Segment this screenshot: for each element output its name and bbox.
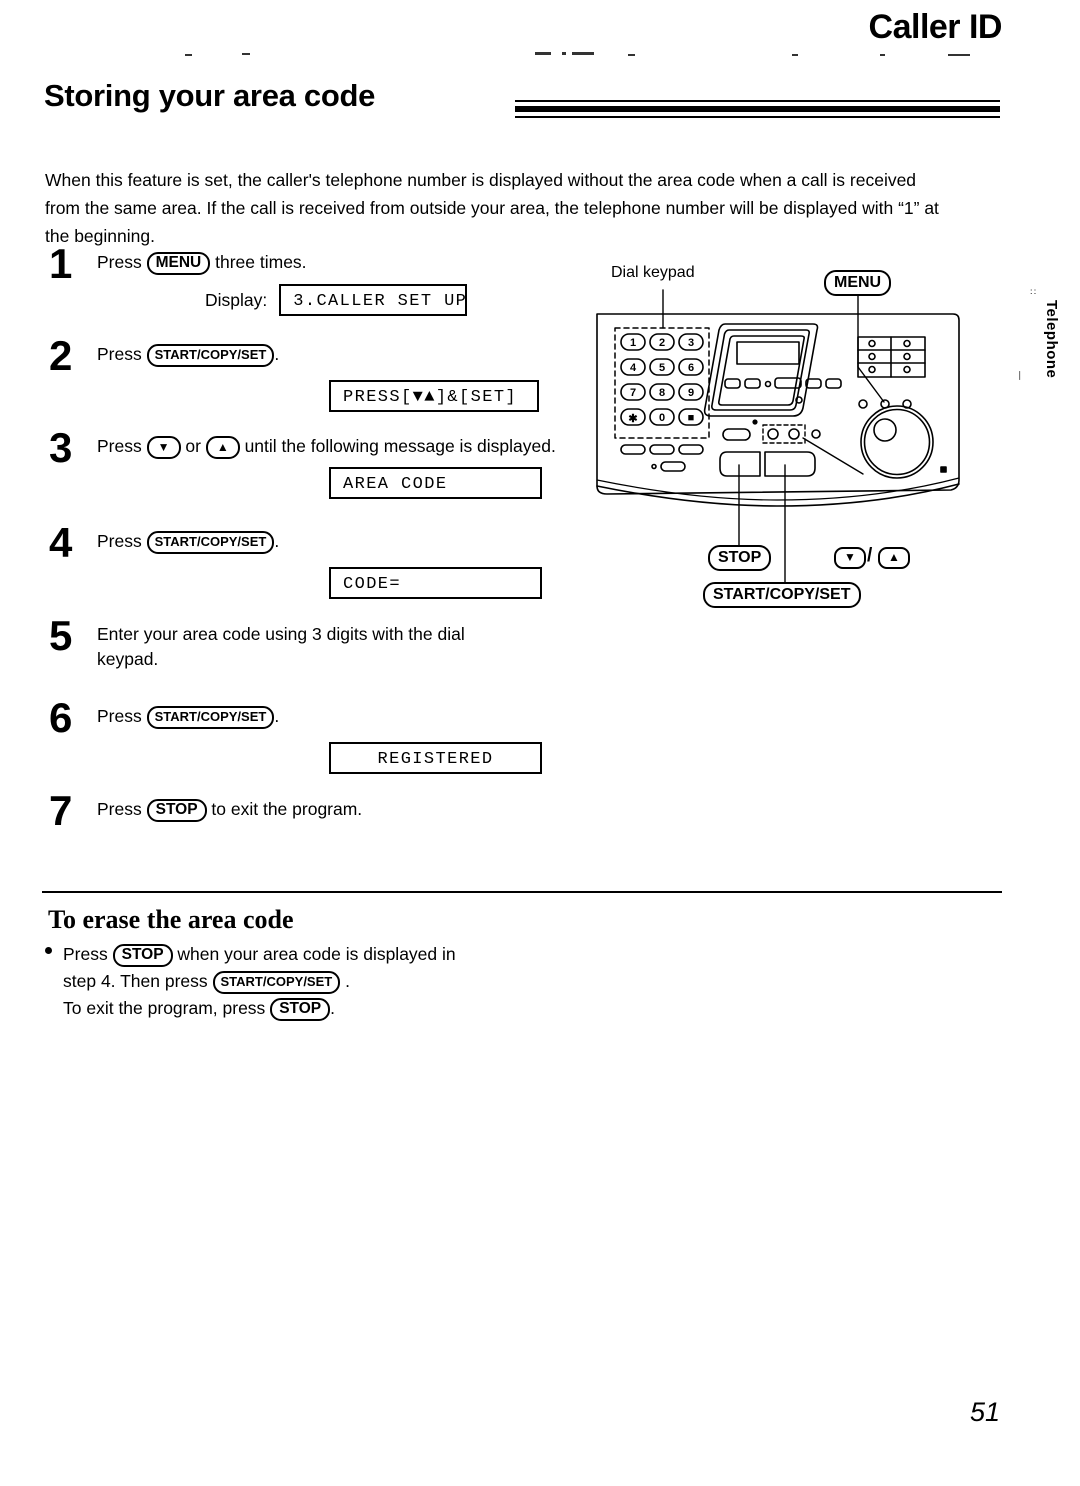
step-text-after: . — [274, 344, 280, 364]
menu-key: MENU — [146, 252, 211, 275]
step-text: Press — [97, 252, 142, 272]
stop-key: STOP — [112, 944, 173, 967]
svg-text:2: 2 — [659, 337, 665, 349]
fax-machine-diagram: 1 2 3 4 5 6 7 8 9 ✱ 0 ■ Dial keypad MENU… — [575, 262, 1005, 622]
step-body: Press START/COPY/SET. PRESS[▼▲]&[SET] — [97, 337, 565, 412]
erase-line-1: Press STOP when your area code is displa… — [63, 941, 565, 968]
step-body: Press STOP to exit the program. — [97, 792, 565, 822]
step-number: 4 — [49, 519, 73, 566]
step-item: 5 Enter your area code using 3 digits wi… — [45, 612, 565, 699]
svg-text:8: 8 — [659, 387, 665, 399]
page-number: 51 — [969, 1397, 1000, 1427]
down-arrow-key-callout: ▼ — [834, 547, 866, 569]
step-text-after: until the following message is displayed… — [244, 436, 556, 456]
step-text-after: . — [274, 706, 280, 726]
step-text: Press — [97, 344, 142, 364]
erase-line-2: step 4. Then press START/COPY/SET . — [63, 968, 565, 995]
step-item: 6 Press START/COPY/SET. REGISTERED — [45, 694, 565, 792]
svg-text:3: 3 — [688, 337, 694, 349]
scan-speck: ∷ — [1030, 287, 1036, 297]
svg-text:✱: ✱ — [628, 413, 637, 425]
section-divider — [42, 891, 1002, 893]
steps-list: 1 Press MENU three times. Display: 3.CAL… — [45, 240, 565, 852]
start-copy-set-key: START/COPY/SET — [146, 344, 275, 367]
svg-text:5: 5 — [659, 362, 665, 374]
erase-line-3: To exit the program, press STOP. — [63, 995, 565, 1022]
fax-control-panel-illustration: 1 2 3 4 5 6 7 8 9 ✱ 0 ■ — [596, 289, 960, 585]
svg-text:7: 7 — [630, 387, 636, 399]
step-item: 2 Press START/COPY/SET. PRESS[▼▲]&[SET] — [45, 332, 565, 429]
dial-keypad-label: Dial keypad — [611, 264, 695, 281]
lcd-display: REGISTERED — [329, 742, 542, 774]
stop-key-callout: STOP — [708, 545, 772, 571]
display-label: Display: — [205, 289, 268, 310]
step-number: 3 — [49, 424, 73, 471]
lcd-display: CODE= — [329, 567, 542, 599]
down-arrow-key: ▼ — [146, 436, 181, 459]
scan-speck: ∣ — [1017, 370, 1023, 380]
side-tab-telephone: Telephone — [1043, 300, 1060, 379]
heading-rule-decoration — [515, 98, 1000, 120]
svg-text:■: ■ — [688, 412, 695, 424]
erase-line3-before: To exit the program, press — [63, 998, 266, 1018]
step-number: 2 — [49, 332, 73, 379]
erase-heading: To erase the area code — [48, 905, 294, 934]
step-item: 3 Press ▼ or ▲ until the following messa… — [45, 424, 565, 524]
step-item: 1 Press MENU three times. Display: 3.CAL… — [45, 240, 565, 337]
step-text: Press — [97, 531, 142, 551]
manual-page: Caller ID Storing your area code When th… — [0, 0, 1080, 1486]
section-heading: Storing your area code — [44, 78, 376, 113]
svg-text:4: 4 — [630, 362, 637, 374]
erase-line2-after: . — [345, 971, 350, 991]
step-body: Press ▼ or ▲ until the following message… — [97, 429, 565, 499]
chapter-title: Caller ID — [868, 8, 1003, 46]
svg-text:0: 0 — [659, 412, 665, 424]
step-number: 6 — [49, 694, 73, 741]
step-item: 4 Press START/COPY/SET. CODE= — [45, 519, 565, 617]
step-text-after: three times. — [215, 252, 307, 272]
step-body: Press START/COPY/SET. CODE= — [97, 524, 565, 599]
intro-paragraph: When this feature is set, the caller's t… — [45, 169, 939, 246]
erase-instructions: Press STOP when your area code is displa… — [45, 941, 565, 1022]
step-item: 7 Press STOP to exit the program. — [45, 787, 565, 852]
start-copy-set-key: START/COPY/SET — [146, 706, 275, 729]
step-number: 1 — [49, 240, 73, 287]
svg-text:9: 9 — [688, 387, 694, 399]
slash-separator: / — [867, 545, 873, 566]
scan-artifacts — [180, 52, 1000, 62]
step-number: 5 — [49, 612, 73, 659]
erase-text: Press STOP when your area code is displa… — [63, 941, 565, 1022]
step-body: Press MENU three times. Display: 3.CALLE… — [97, 245, 565, 316]
step-text-mid: or — [185, 436, 201, 456]
step-body: Enter your area code using 3 digits with… — [97, 617, 527, 672]
start-copy-set-key: START/COPY/SET — [212, 971, 341, 994]
erase-line3-after: . — [330, 998, 335, 1018]
stop-key: STOP — [270, 998, 331, 1021]
up-arrow-key-callout: ▲ — [878, 547, 910, 569]
step-text-after: . — [274, 531, 280, 551]
up-arrow-key: ▲ — [205, 436, 240, 459]
start-copy-set-key-callout: START/COPY/SET — [703, 582, 861, 608]
svg-text:6: 6 — [688, 362, 694, 374]
step-text: Press — [97, 799, 142, 819]
start-copy-set-key: START/COPY/SET — [146, 531, 275, 554]
svg-text:1: 1 — [630, 337, 636, 349]
erase-line1-before: Press — [63, 944, 108, 964]
erase-line2-before: step 4. Then press — [63, 971, 208, 991]
lcd-display: PRESS[▼▲]&[SET] — [329, 380, 539, 412]
step-text-after: to exit the program. — [211, 799, 363, 819]
step-number: 7 — [49, 787, 73, 834]
lcd-display: 3.CALLER SET UP — [279, 284, 468, 316]
step-text: Enter your area code using 3 digits with… — [97, 624, 465, 669]
bullet-icon — [45, 947, 52, 954]
step-text: Press — [97, 436, 142, 456]
step-body: Press START/COPY/SET. REGISTERED — [97, 699, 565, 774]
stop-key: STOP — [146, 799, 207, 822]
erase-line1-after: when your area code is displayed in — [177, 944, 456, 964]
step-text: Press — [97, 706, 142, 726]
menu-key-callout: MENU — [824, 270, 892, 296]
lcd-display: AREA CODE — [329, 467, 542, 499]
